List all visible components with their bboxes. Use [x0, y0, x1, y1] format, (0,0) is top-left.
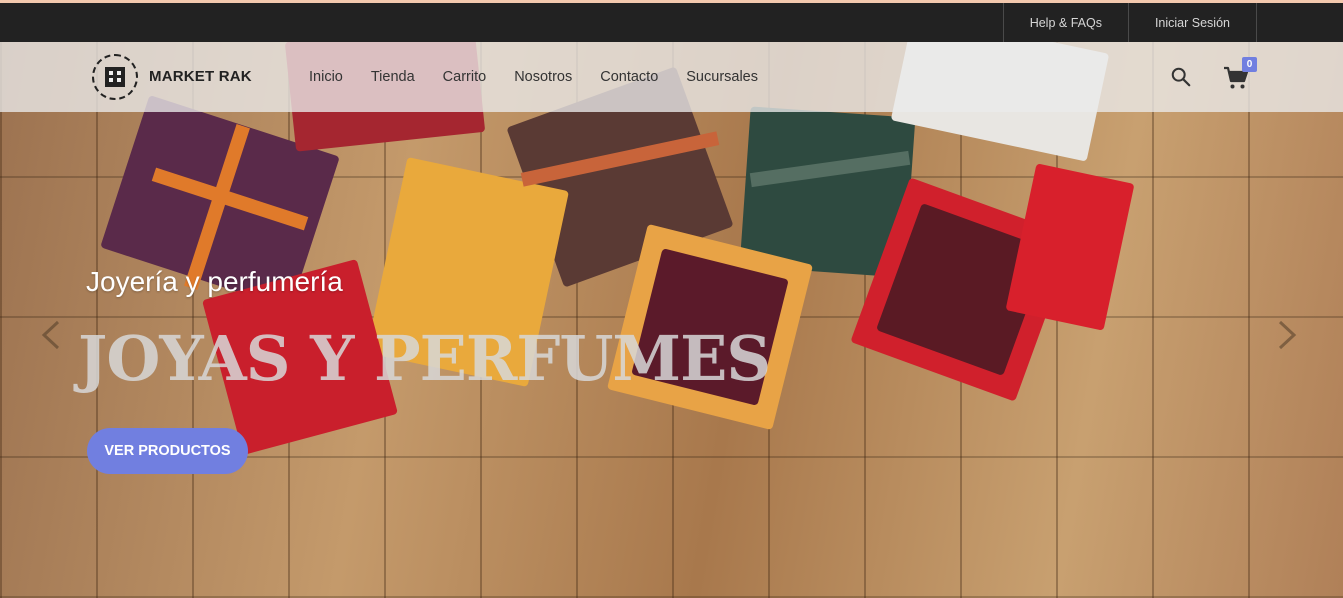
brand-name[interactable]: MARKET RAK	[149, 68, 252, 85]
shop-now-button[interactable]: VER PRODUCTOS	[87, 428, 248, 474]
top-bar: Help & FAQs Iniciar Sesión	[0, 0, 1343, 42]
help-faqs-link[interactable]: Help & FAQs	[1002, 3, 1128, 42]
nav-menu: Inicio Tienda Carrito Nosotros Contacto …	[295, 42, 772, 112]
red-lid	[1005, 163, 1135, 331]
nav-item-sucursales[interactable]: Sucursales	[672, 69, 772, 85]
cart-count-badge: 0	[1242, 57, 1257, 72]
nav-item-tienda[interactable]: Tienda	[357, 69, 429, 85]
nav-item-contacto[interactable]: Contacto	[586, 69, 672, 85]
nav-item-nosotros[interactable]: Nosotros	[500, 69, 586, 85]
slider-prev-arrow-icon[interactable]	[36, 318, 66, 352]
nav-item-carrito[interactable]: Carrito	[429, 69, 501, 85]
hero-subtitle: Joyería y perfumería	[86, 266, 343, 297]
main-navbar: MARKET RAK Inicio Tienda Carrito Nosotro…	[0, 42, 1343, 112]
topbar-links: Help & FAQs Iniciar Sesión	[1002, 3, 1257, 42]
logo[interactable]	[92, 54, 138, 100]
hero-title: JOYAS Y PERFUMES	[78, 322, 771, 395]
building-icon	[105, 67, 125, 87]
hero-background	[0, 42, 1343, 598]
nav-item-inicio[interactable]: Inicio	[295, 69, 357, 85]
login-link[interactable]: Iniciar Sesión	[1127, 3, 1257, 42]
search-icon[interactable]	[1170, 66, 1192, 88]
slider-next-arrow-icon[interactable]	[1272, 318, 1302, 352]
